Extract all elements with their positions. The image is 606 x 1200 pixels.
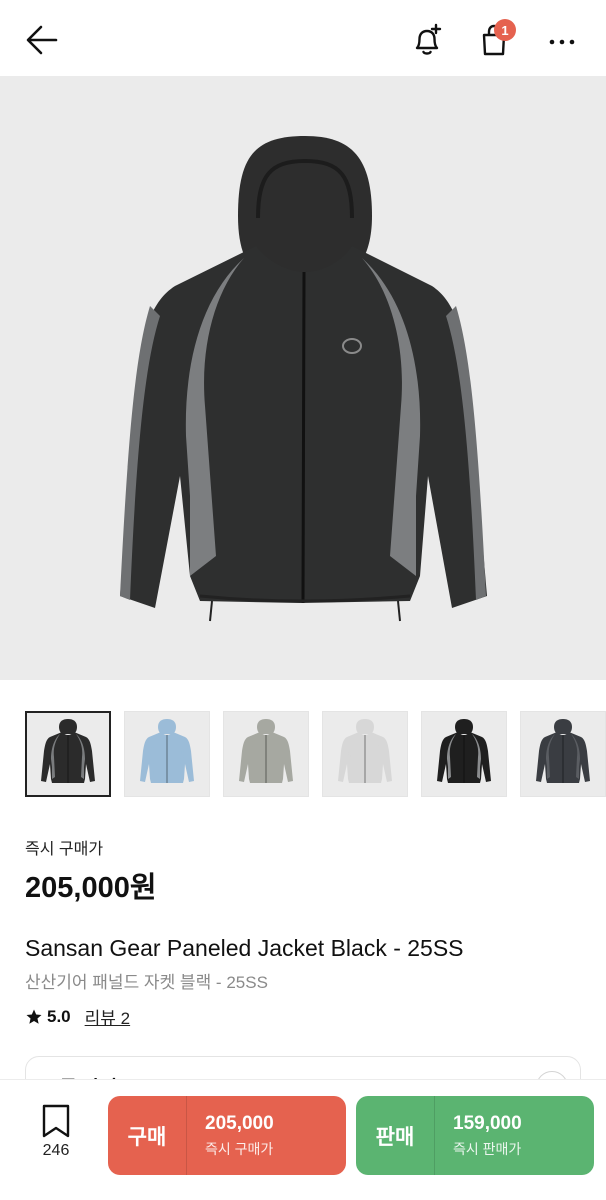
product-title-ko: 산산기어 패널드 자켓 블랙 - 25SS [25, 973, 268, 992]
thumbnail-black-contrast[interactable] [421, 711, 507, 797]
sell-price: 159,000 [453, 1112, 522, 1134]
jacket-thumbnail-image [140, 719, 194, 783]
sell-button-label: 판매 [375, 1125, 415, 1149]
jacket-thumbnail-image [239, 719, 293, 783]
bookmark-icon [42, 1104, 70, 1138]
wishlist-button[interactable]: 246 [30, 1104, 82, 1160]
top-nav-bar: 1 [0, 0, 606, 76]
notification-button[interactable] [405, 18, 449, 62]
bell-plus-icon [415, 23, 442, 55]
thumbnail-charcoal[interactable] [520, 711, 606, 797]
jacket-thumbnail-image [536, 719, 590, 783]
jacket-image [120, 136, 487, 622]
instant-buy-price-label: 즉시 구매가 [25, 841, 104, 858]
thumbnail-khaki-grey[interactable] [223, 711, 309, 797]
thumbnail-light-blue[interactable] [124, 711, 210, 797]
cart-count-badge: 1 [494, 19, 516, 41]
jacket-thumbnail-image [41, 719, 95, 783]
jacket-thumbnail-image [338, 719, 392, 783]
buy-button[interactable]: 구매 205,000 즉시 구매가 [108, 1096, 346, 1175]
rating-row: 5.0 리뷰 2 [25, 1004, 130, 1029]
product-main-image[interactable] [0, 76, 606, 680]
sell-button[interactable]: 판매 159,000 즉시 판매가 [356, 1096, 594, 1175]
back-button[interactable] [20, 18, 64, 62]
thumbnail-light-grey[interactable] [322, 711, 408, 797]
buy-price-label: 즉시 구매가 [205, 1140, 274, 1157]
cart-button[interactable]: 1 [472, 18, 516, 62]
star-icon [26, 1009, 42, 1024]
color-variant-thumbnails [25, 711, 606, 797]
buy-price: 205,000 [205, 1112, 274, 1134]
buy-button-values: 205,000 즉시 구매가 [187, 1113, 274, 1159]
thumbnail-black-grey[interactable] [25, 711, 111, 797]
arrow-left-icon [26, 25, 58, 55]
sell-button-values: 159,000 즉시 판매가 [435, 1113, 522, 1159]
jacket-thumbnail-image [437, 719, 491, 783]
wishlist-count: 246 [42, 1142, 70, 1159]
more-options-button[interactable] [540, 18, 584, 62]
product-title-en: Sansan Gear Paneled Jacket Black - 25SS [25, 935, 464, 961]
review-link[interactable]: 리뷰 2 [85, 1004, 130, 1029]
rating-score: 5.0 [47, 1006, 71, 1026]
more-horizontal-icon [549, 39, 575, 45]
buy-button-label: 구매 [127, 1125, 167, 1149]
product-page: 1 즉시 구매가 205,000원 Sansan Gear Paneled Ja… [0, 0, 606, 1200]
bottom-action-bar: 246 구매 205,000 즉시 구매가 판매 159,000 즉시 판매가 [0, 1080, 606, 1200]
sell-price-label: 즉시 판매가 [453, 1140, 522, 1157]
product-price: 205,000원 [25, 872, 157, 904]
